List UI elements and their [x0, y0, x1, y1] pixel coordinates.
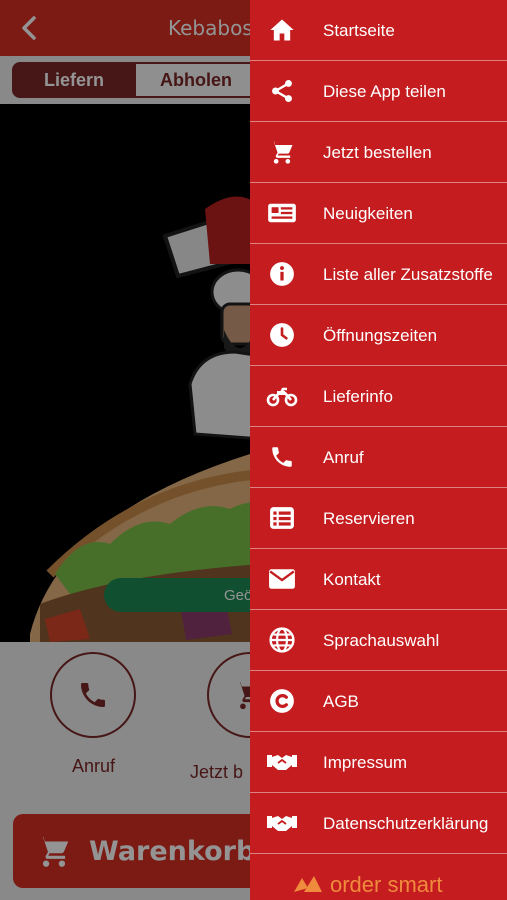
- mail-icon: [266, 563, 298, 595]
- handshake-icon: [266, 746, 298, 778]
- brand-name: order smart: [330, 872, 443, 897]
- menu-item-label: Kontakt: [323, 570, 381, 589]
- app-root: Kebaboss Liefern Abholen Geö Anruf Jetzt…: [0, 0, 507, 900]
- menu-item-order-now[interactable]: Jetzt bestellen: [250, 122, 507, 183]
- menu-item-label: Diese App teilen: [323, 82, 446, 101]
- menu-item-label: Datenschutzerklärung: [323, 814, 489, 833]
- menu-item-privacy[interactable]: Datenschutzerklärung: [250, 793, 507, 854]
- menu-item-delivery-info[interactable]: Lieferinfo: [250, 366, 507, 427]
- menu-item-label: Reservieren: [323, 509, 415, 528]
- menu-item-opening-hours[interactable]: Öffnungszeiten: [250, 305, 507, 366]
- order-smart-logo: order smart: [292, 872, 442, 898]
- menu-item-label: Liste aller Zusatzstoffe: [323, 265, 493, 284]
- menu-item-call[interactable]: Anruf: [250, 427, 507, 488]
- menu-item-additives[interactable]: Liste aller Zusatzstoffe: [250, 244, 507, 305]
- phone-icon: [266, 441, 298, 473]
- home-icon: [266, 14, 298, 46]
- side-menu: Startseite Diese App teilen Jetzt bestel…: [250, 0, 507, 900]
- menu-item-news[interactable]: Neuigkeiten: [250, 183, 507, 244]
- motorbike-icon: [266, 380, 298, 412]
- menu-item-label: Anruf: [323, 448, 364, 467]
- menu-item-label: Neuigkeiten: [323, 204, 413, 223]
- menu-item-label: Impressum: [323, 753, 408, 772]
- share-icon: [266, 75, 298, 107]
- list-icon: [266, 502, 298, 534]
- menu-item-reserve[interactable]: Reservieren: [250, 488, 507, 549]
- menu-item-label: Sprachauswahl: [323, 631, 440, 650]
- menu-item-label: Lieferinfo: [323, 387, 393, 406]
- menu-item-contact[interactable]: Kontakt: [250, 549, 507, 610]
- copyright-icon: [266, 685, 298, 717]
- menu-item-label: Öffnungszeiten: [323, 326, 438, 345]
- menu-item-imprint[interactable]: Impressum: [250, 732, 507, 793]
- menu-item-language[interactable]: Sprachauswahl: [250, 610, 507, 671]
- menu-item-share-app[interactable]: Diese App teilen: [250, 61, 507, 122]
- info-icon: [266, 258, 298, 290]
- menu-item-agb[interactable]: AGB: [250, 671, 507, 732]
- clock-icon: [266, 319, 298, 351]
- order-smart-icon: [294, 876, 322, 892]
- menu-item-label: AGB: [323, 692, 359, 711]
- menu-item-startseite[interactable]: Startseite: [250, 0, 507, 61]
- cart-icon: [266, 136, 298, 168]
- menu-item-label: Jetzt bestellen: [323, 143, 432, 162]
- news-icon: [266, 197, 298, 229]
- menu-item-label: Startseite: [323, 21, 395, 40]
- handshake-icon: [266, 807, 298, 839]
- globe-icon: [266, 624, 298, 656]
